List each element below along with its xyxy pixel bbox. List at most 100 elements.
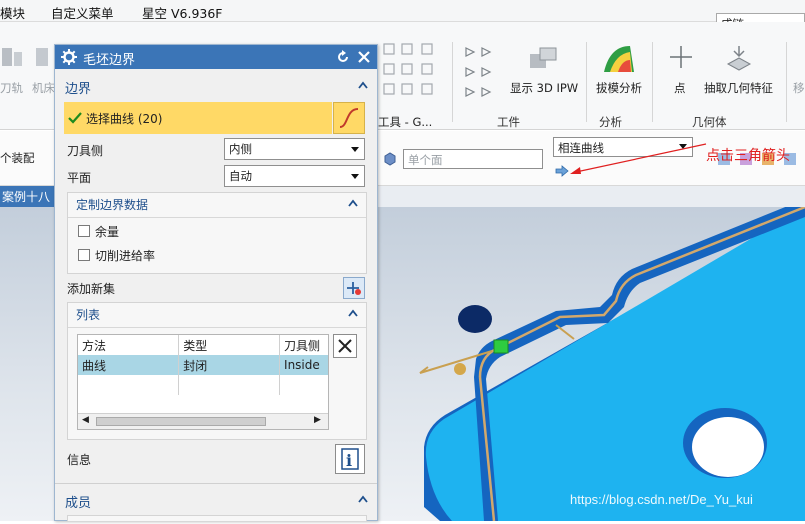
menu-xingkong[interactable]: 星空 V6.936F bbox=[142, 3, 223, 22]
info-button[interactable]: i bbox=[335, 444, 365, 474]
divider bbox=[55, 483, 377, 484]
menu-custom[interactable]: 自定义菜单 bbox=[51, 3, 114, 22]
chevron-down-icon bbox=[351, 174, 359, 179]
feed-rate-label: 切削进给率 bbox=[95, 249, 156, 263]
list-group: 列表 方法 类型 刀具侧 曲线 封闭 Inside ◀ ▶ bbox=[67, 302, 367, 440]
add-icon bbox=[347, 282, 361, 295]
tab-case-18[interactable]: 案例十八 bbox=[0, 186, 60, 207]
custom-data-title: 定制边界数据 bbox=[76, 198, 149, 212]
collapse-icon[interactable] bbox=[358, 495, 368, 503]
divider bbox=[68, 327, 366, 328]
dialog-title: 毛坯边界 bbox=[83, 53, 136, 68]
collapse-icon[interactable] bbox=[358, 81, 368, 89]
scrollbar-thumb[interactable] bbox=[96, 417, 266, 426]
svg-text:i: i bbox=[346, 451, 352, 470]
list-table: 方法 类型 刀具侧 曲线 封闭 Inside bbox=[78, 335, 328, 395]
ribbon-move-label: 移 bbox=[793, 81, 805, 95]
watermark: https://blog.csdn.net/De_Yu_kui bbox=[570, 492, 753, 507]
ipw-icon[interactable] bbox=[526, 44, 560, 74]
select-curve-label: 选择曲线 (20) bbox=[86, 112, 163, 126]
header-method[interactable]: 方法 bbox=[78, 335, 180, 355]
start-point-marker bbox=[493, 339, 509, 354]
collapse-icon[interactable] bbox=[348, 199, 358, 207]
draft-analysis-button[interactable]: 拔模分析 bbox=[596, 80, 642, 96]
tools-group-label: 工具 - G... bbox=[378, 115, 433, 129]
geometry-group-label: 几何体 bbox=[692, 115, 727, 129]
cell-tool-side: Inside bbox=[279, 355, 328, 375]
menu-modules[interactable]: 模块 bbox=[0, 3, 25, 22]
face-filter-icon bbox=[384, 152, 396, 166]
curve-selector-button[interactable] bbox=[333, 102, 365, 134]
add-new-set-button[interactable] bbox=[343, 277, 365, 299]
members-group bbox=[67, 515, 367, 521]
annotation-text: 点击三角箭头 bbox=[706, 148, 790, 164]
ribbon-machine-label: 机床 bbox=[32, 81, 55, 95]
tab-label: 案例十八 bbox=[2, 190, 51, 204]
face-rule-select[interactable]: 单个面 bbox=[403, 149, 543, 169]
add-new-set-label: 添加新集 bbox=[67, 282, 116, 296]
chevron-down-icon bbox=[351, 147, 359, 152]
tool-side-label: 刀具侧 bbox=[67, 144, 104, 158]
extract-geometry-button[interactable]: 抽取几何特征 bbox=[704, 80, 773, 96]
table-header-row: 方法 类型 刀具侧 bbox=[78, 335, 328, 355]
ribbon-separator bbox=[452, 42, 453, 122]
point-icon[interactable] bbox=[668, 44, 694, 70]
table-row[interactable]: 曲线 封闭 Inside bbox=[78, 355, 328, 375]
workpiece-group-label: 工件 bbox=[497, 115, 520, 129]
curve-icon bbox=[339, 108, 359, 128]
list-title: 列表 bbox=[76, 308, 101, 322]
info-label: 信息 bbox=[67, 453, 92, 467]
plane-label: 平面 bbox=[67, 171, 92, 185]
table-row-empty bbox=[78, 375, 328, 395]
workpiece-small-icons[interactable] bbox=[460, 42, 500, 108]
horizontal-scrollbar[interactable]: ◀ ▶ bbox=[78, 413, 328, 429]
allowance-checkbox[interactable] bbox=[78, 225, 90, 237]
custom-data-group: 定制边界数据 余量 切削进给率 bbox=[67, 192, 367, 274]
cell-type: 封闭 bbox=[178, 355, 281, 375]
toolpath-icon[interactable] bbox=[0, 44, 52, 72]
header-type[interactable]: 类型 bbox=[178, 335, 281, 355]
face-rule-value: 单个面 bbox=[408, 153, 443, 167]
allowance-label: 余量 bbox=[95, 225, 120, 239]
large-hole bbox=[692, 417, 764, 477]
scroll-right-icon[interactable]: ▶ bbox=[314, 415, 321, 425]
tool-side-marker bbox=[555, 324, 575, 340]
direction-ball bbox=[454, 363, 466, 375]
show-3d-ipw-button[interactable]: 显示 3D IPW bbox=[510, 80, 578, 96]
info-icon: i bbox=[341, 448, 359, 470]
menu-bar: 模块 自定义菜单 星空 V6.936F bbox=[0, 0, 805, 22]
delete-icon bbox=[338, 339, 352, 353]
collapse-icon[interactable] bbox=[348, 309, 358, 317]
tools-gallery-icon[interactable] bbox=[378, 40, 446, 108]
tool-side-value: 内侧 bbox=[229, 142, 252, 156]
section-members: 成员 bbox=[65, 496, 92, 511]
plane-select[interactable]: 自动 bbox=[224, 165, 365, 187]
tool-side-select[interactable]: 内侧 bbox=[224, 138, 365, 160]
gear-icon bbox=[61, 49, 77, 65]
scroll-left-icon[interactable]: ◀ bbox=[82, 415, 89, 425]
ribbon-separator bbox=[652, 42, 653, 122]
divider bbox=[68, 217, 366, 218]
ribbon-toolpath-label: 刀轨 bbox=[0, 81, 23, 95]
extract-geometry-icon[interactable] bbox=[722, 42, 756, 76]
feed-rate-checkbox[interactable] bbox=[78, 249, 90, 261]
header-tool-side[interactable]: 刀具侧 bbox=[279, 335, 328, 355]
delete-button[interactable] bbox=[333, 334, 357, 358]
ribbon-separator bbox=[586, 42, 587, 122]
analysis-group-label: 分析 bbox=[599, 115, 622, 129]
draft-analysis-icon[interactable] bbox=[600, 42, 638, 76]
small-hole bbox=[458, 305, 492, 333]
dialog-title-bar[interactable]: 毛坯边界 bbox=[55, 45, 377, 69]
reset-icon[interactable] bbox=[336, 50, 350, 64]
cell-method: 曲线 bbox=[78, 355, 180, 375]
select-curve-row[interactable]: 选择曲线 (20) bbox=[64, 102, 332, 134]
assembly-filter-text[interactable]: 个装配 bbox=[0, 150, 35, 166]
check-icon bbox=[68, 112, 82, 124]
boundary-list-table[interactable]: 方法 类型 刀具侧 曲线 封闭 Inside ◀ ▶ bbox=[77, 334, 329, 430]
point-button[interactable]: 点 bbox=[674, 80, 686, 96]
close-icon[interactable] bbox=[357, 50, 371, 64]
section-boundary: 边界 bbox=[65, 82, 92, 97]
plane-value: 自动 bbox=[229, 169, 252, 183]
annotation-arrow bbox=[570, 143, 707, 174]
blank-boundary-dialog: 毛坯边界 边界 选择曲线 (20) 刀具侧 内侧 平面 自动 定制边界数据 余量… bbox=[54, 44, 378, 521]
